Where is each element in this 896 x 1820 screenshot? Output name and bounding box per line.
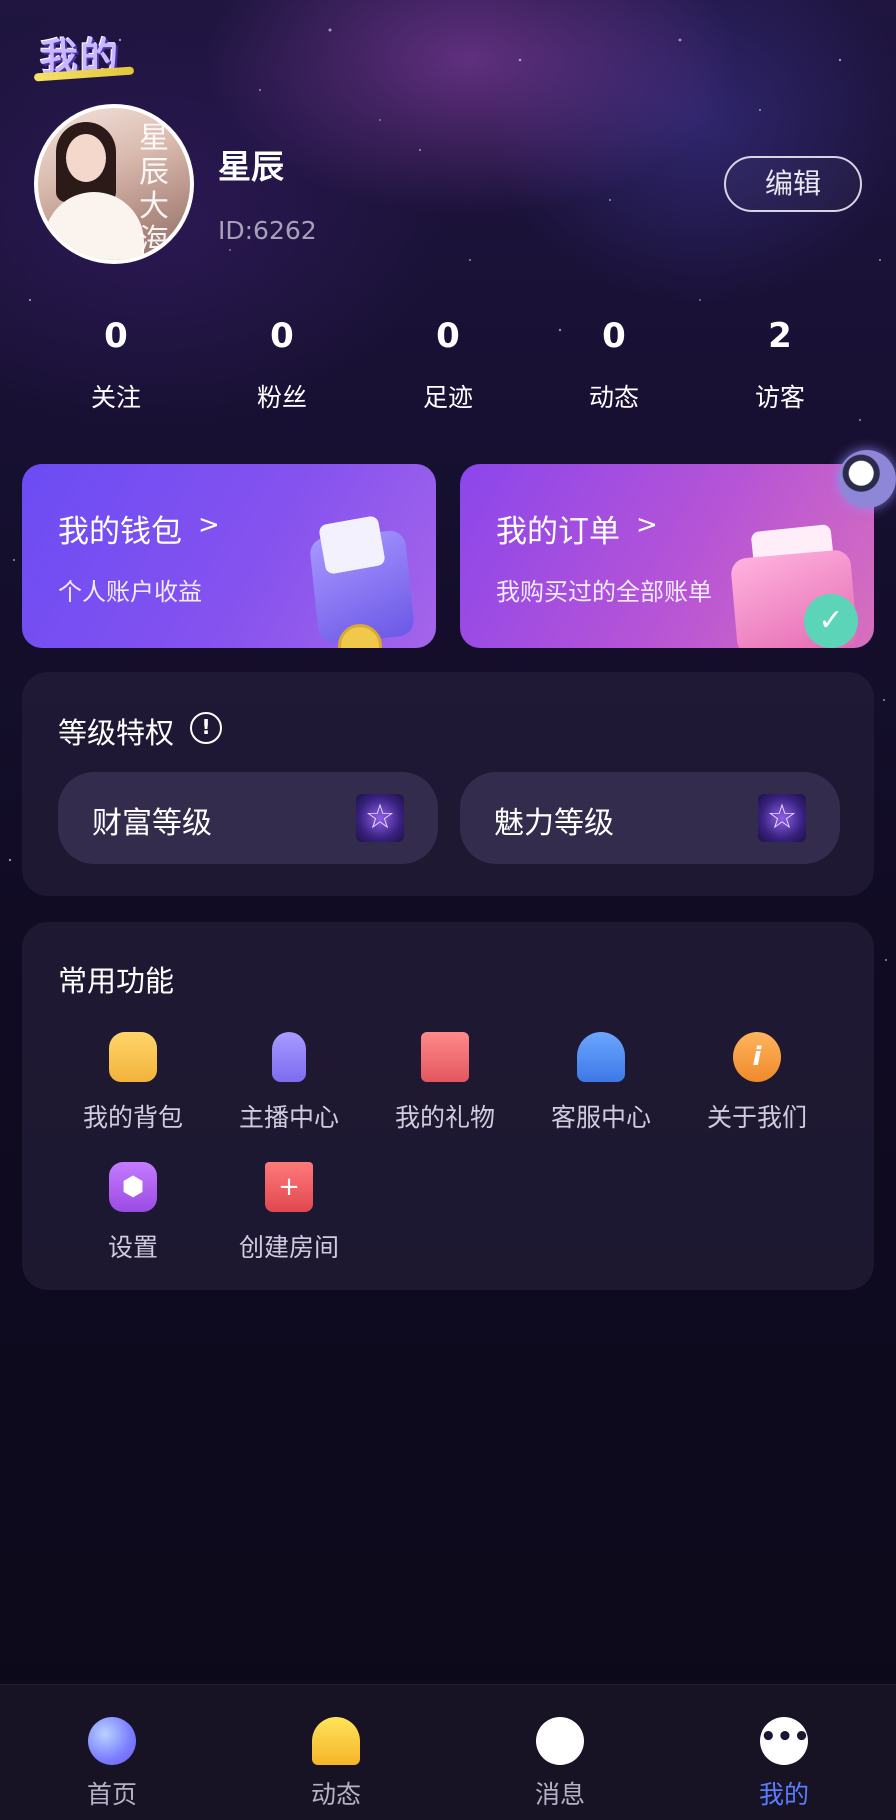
floating-assistant-button[interactable] bbox=[838, 450, 896, 508]
microphone-icon bbox=[272, 1032, 306, 1082]
stat-footprints[interactable]: 0 足迹 bbox=[368, 310, 528, 414]
charm-level-button[interactable]: 魅力等级 ☆ bbox=[460, 772, 840, 864]
backpack-icon bbox=[109, 1032, 157, 1082]
stat-label: 访客 bbox=[754, 383, 805, 412]
customer-service-item[interactable]: 客服中心 bbox=[526, 1032, 676, 1134]
function-label: 客服中心 bbox=[550, 1103, 651, 1132]
wallet-card[interactable]: 我的钱包 > 个人账户收益 bbox=[22, 464, 436, 648]
stats-row: 0 关注 0 粉丝 0 足迹 0 动态 2 访客 bbox=[36, 310, 860, 420]
tab-me[interactable]: ••• 我的 bbox=[672, 1685, 896, 1820]
create-room-icon: + bbox=[265, 1162, 313, 1212]
charm-level-label: 魅力等级 bbox=[494, 806, 614, 841]
bottom-tab-bar: 首页 动态 消息 ••• 我的 bbox=[0, 1684, 896, 1820]
info-icon: i bbox=[733, 1032, 781, 1082]
tab-label: 首页 bbox=[86, 1780, 137, 1809]
common-functions-panel: 常用功能 我的背包 主播中心 我的礼物 客服中心 i 关于我们 ⬢ 设置 + 创… bbox=[22, 922, 874, 1290]
tab-label: 我的 bbox=[758, 1780, 809, 1809]
stat-label: 足迹 bbox=[422, 383, 473, 412]
backpack-item[interactable]: 我的背包 bbox=[58, 1032, 208, 1134]
function-label: 我的背包 bbox=[82, 1103, 183, 1132]
tab-feed[interactable]: 动态 bbox=[224, 1685, 448, 1820]
bell-icon bbox=[312, 1717, 360, 1765]
info-icon[interactable]: ! bbox=[190, 712, 222, 744]
stat-visitors[interactable]: 2 访客 bbox=[700, 310, 860, 414]
order-title: 我的订单 bbox=[496, 514, 620, 550]
about-us-item[interactable]: i 关于我们 bbox=[682, 1032, 832, 1134]
order-card[interactable]: 我的订单 > 我购买过的全部账单 ✓ bbox=[460, 464, 874, 648]
stat-posts[interactable]: 0 动态 bbox=[534, 310, 694, 414]
function-label: 我的礼物 bbox=[394, 1103, 495, 1132]
message-icon bbox=[536, 1717, 584, 1765]
star-badge-icon: ☆ bbox=[758, 794, 806, 842]
stat-value: 2 bbox=[768, 316, 792, 356]
order-subtitle: 我购买过的全部账单 bbox=[496, 578, 712, 606]
stat-value: 0 bbox=[104, 316, 128, 356]
stat-value: 0 bbox=[270, 316, 294, 356]
avatar-face bbox=[66, 134, 106, 182]
wealth-level-label: 财富等级 bbox=[92, 806, 212, 841]
chevron-right-icon: > bbox=[198, 510, 220, 540]
avatar-dress bbox=[44, 192, 144, 260]
gift-icon bbox=[421, 1032, 469, 1082]
function-label: 关于我们 bbox=[706, 1103, 807, 1132]
avatar-calligraphy: 星辰大海 bbox=[139, 121, 169, 258]
stat-value: 0 bbox=[436, 316, 460, 356]
wallet-title: 我的钱包 bbox=[58, 514, 182, 550]
settings-item[interactable]: ⬢ 设置 bbox=[58, 1162, 208, 1264]
customer-service-icon bbox=[577, 1032, 625, 1082]
stat-label: 关注 bbox=[90, 383, 141, 412]
chevron-right-icon: > bbox=[636, 510, 658, 540]
function-label: 创建房间 bbox=[238, 1233, 339, 1262]
tab-label: 消息 bbox=[534, 1780, 585, 1809]
level-privileges-panel: 等级特权 ! 财富等级 ☆ 魅力等级 ☆ bbox=[22, 672, 874, 896]
checkmark-icon: ✓ bbox=[804, 594, 858, 648]
wealth-level-button[interactable]: 财富等级 ☆ bbox=[58, 772, 438, 864]
anchor-center-item[interactable]: 主播中心 bbox=[214, 1032, 364, 1134]
level-title: 等级特权 bbox=[58, 716, 175, 750]
user-id: ID:6262 bbox=[218, 216, 317, 245]
wallet-subtitle: 个人账户收益 bbox=[58, 578, 202, 606]
tab-label: 动态 bbox=[310, 1780, 361, 1809]
stat-fans[interactable]: 0 粉丝 bbox=[202, 310, 362, 414]
star-badge-icon: ☆ bbox=[356, 794, 404, 842]
wallet-paper-icon bbox=[318, 515, 386, 575]
stat-label: 动态 bbox=[588, 383, 639, 412]
functions-title: 常用功能 bbox=[58, 964, 175, 998]
edit-profile-button[interactable]: 编辑 bbox=[724, 156, 862, 212]
create-room-item[interactable]: + 创建房间 bbox=[214, 1162, 364, 1264]
avatar[interactable]: 星辰大海 bbox=[34, 104, 194, 264]
user-name: 星辰 bbox=[218, 147, 284, 186]
tab-home[interactable]: 首页 bbox=[0, 1685, 224, 1820]
tab-messages[interactable]: 消息 bbox=[448, 1685, 672, 1820]
heart-icon bbox=[88, 1717, 136, 1765]
stat-value: 0 bbox=[602, 316, 626, 356]
function-label: 主播中心 bbox=[238, 1103, 339, 1132]
stat-following[interactable]: 0 关注 bbox=[36, 310, 196, 414]
stat-label: 粉丝 bbox=[256, 383, 307, 412]
function-label: 设置 bbox=[107, 1233, 158, 1262]
more-dots-icon: ••• bbox=[760, 1717, 810, 1765]
settings-icon: ⬢ bbox=[109, 1162, 157, 1212]
my-gifts-item[interactable]: 我的礼物 bbox=[370, 1032, 520, 1134]
